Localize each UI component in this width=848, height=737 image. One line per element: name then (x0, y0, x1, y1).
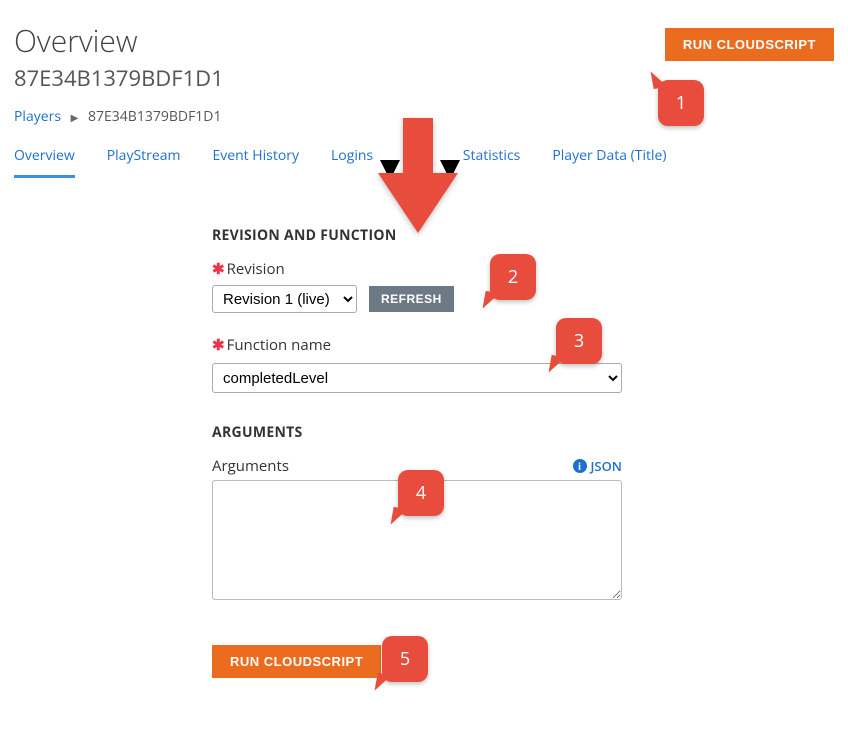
callout-2: 2 (490, 254, 536, 300)
json-link[interactable]: i JSON (573, 457, 622, 475)
section-arguments: ARGUMENTS (212, 423, 652, 442)
callout-3: 3 (556, 318, 602, 364)
player-id-heading: 87E34B1379BDF1D1 (14, 63, 224, 93)
revision-select[interactable]: Revision 1 (live) (212, 285, 357, 313)
run-cloudscript-top-button[interactable]: RUN CLOUDSCRIPT (665, 28, 834, 61)
tab-player-data[interactable]: Player Data (Title) (552, 140, 666, 178)
info-icon: i (573, 459, 587, 473)
breadcrumb-players-link[interactable]: Players (14, 107, 61, 126)
tab-statistics[interactable]: Statistics (463, 140, 521, 178)
tab-partial[interactable]: s (424, 140, 431, 178)
callout-5: 5 (382, 636, 428, 682)
arguments-label: Arguments (212, 456, 289, 476)
callout-1: 1 (658, 80, 704, 126)
run-cloudscript-bottom-button[interactable]: RUN CLOUDSCRIPT (212, 645, 381, 678)
required-asterisk-icon: ✱ (212, 259, 225, 279)
revision-label: ✱Revision (212, 259, 652, 279)
tab-playstream[interactable]: PlayStream (107, 140, 181, 178)
tab-bar: Overview PlayStream Event History Logins… (14, 140, 834, 178)
breadcrumb: Players ▶ 87E34B1379BDF1D1 (14, 107, 834, 126)
tab-logins[interactable]: Logins (331, 140, 373, 178)
page-title: Overview (14, 20, 224, 61)
section-revision-function: REVISION AND FUNCTION (212, 226, 652, 245)
callout-4: 4 (398, 470, 444, 516)
tab-event-history[interactable]: Event History (212, 140, 299, 178)
breadcrumb-current: 87E34B1379BDF1D1 (88, 107, 221, 126)
chevron-right-icon: ▶ (71, 110, 79, 124)
refresh-button[interactable]: REFRESH (369, 286, 454, 312)
tab-overview[interactable]: Overview (14, 140, 75, 178)
required-asterisk-icon: ✱ (212, 335, 225, 355)
